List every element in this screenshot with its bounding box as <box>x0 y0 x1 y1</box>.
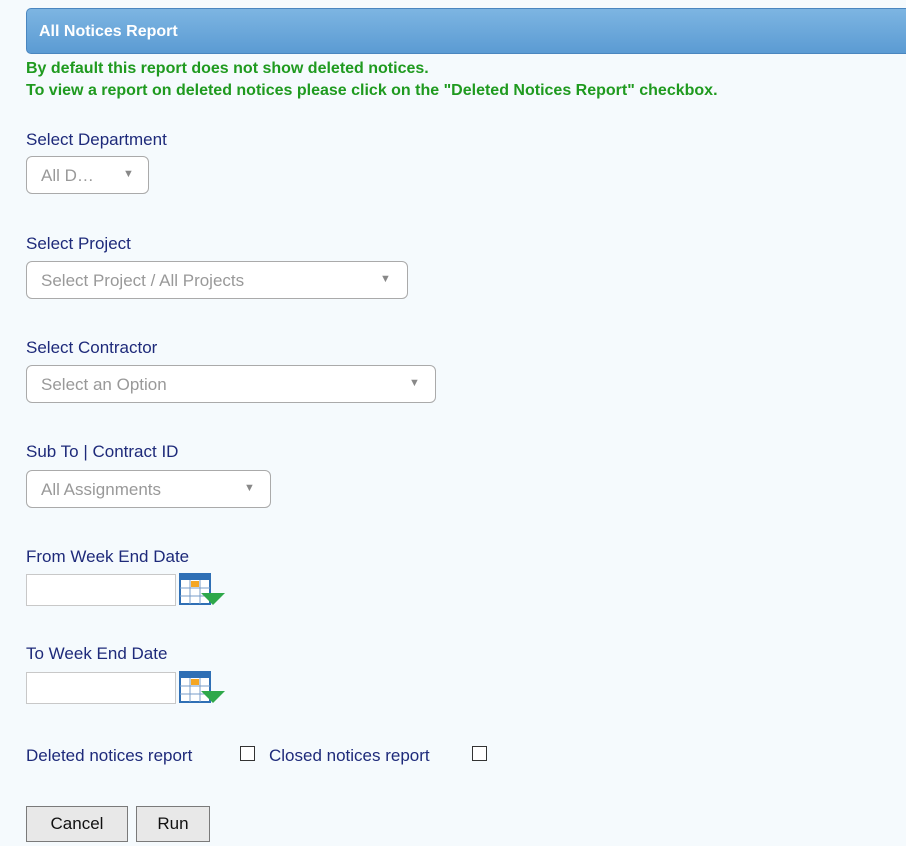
closed-notices-label: Closed notices report <box>269 746 430 765</box>
triangle-down-icon: ▼ <box>244 482 255 494</box>
cancel-button[interactable]: Cancel <box>26 806 128 842</box>
deleted-notices-checkbox[interactable] <box>240 746 255 761</box>
calendar-icon[interactable] <box>179 573 227 607</box>
contractor-select[interactable]: Select an Option ▼ <box>26 365 436 403</box>
page-title: All Notices Report <box>39 23 178 40</box>
closed-notices-checkbox[interactable] <box>472 746 487 761</box>
deleted-notices-label: Deleted notices report <box>26 746 193 765</box>
contractor-select-value: Select an Option <box>41 375 167 394</box>
department-label: Select Department <box>26 130 167 149</box>
notice-line-1: By default this report does not show del… <box>26 60 429 77</box>
triangle-down-icon: ▼ <box>409 377 420 389</box>
department-select[interactable]: All D… ▼ <box>26 156 149 194</box>
notice-line-2: To view a report on deleted notices plea… <box>26 82 718 99</box>
to-date-input[interactable] <box>26 672 176 704</box>
triangle-down-icon: ▼ <box>123 168 134 180</box>
sub-to-select[interactable]: All Assignments ▼ <box>26 470 271 508</box>
sub-to-select-value: All Assignments <box>41 480 161 499</box>
project-select-value: Select Project / All Projects <box>41 271 245 290</box>
run-button[interactable]: Run <box>136 806 210 842</box>
to-date-label: To Week End Date <box>26 644 168 663</box>
contractor-label: Select Contractor <box>26 338 158 357</box>
project-label: Select Project <box>26 234 131 253</box>
sub-to-label: Sub To | Contract ID <box>26 442 179 461</box>
from-date-label: From Week End Date <box>26 547 190 566</box>
project-select[interactable]: Select Project / All Projects ▼ <box>26 261 408 299</box>
from-date-input[interactable] <box>26 574 176 606</box>
triangle-down-icon: ▼ <box>380 273 391 285</box>
department-select-value: All D… <box>41 166 94 185</box>
report-header: All Notices Report <box>26 8 906 54</box>
calendar-icon[interactable] <box>179 671 227 705</box>
